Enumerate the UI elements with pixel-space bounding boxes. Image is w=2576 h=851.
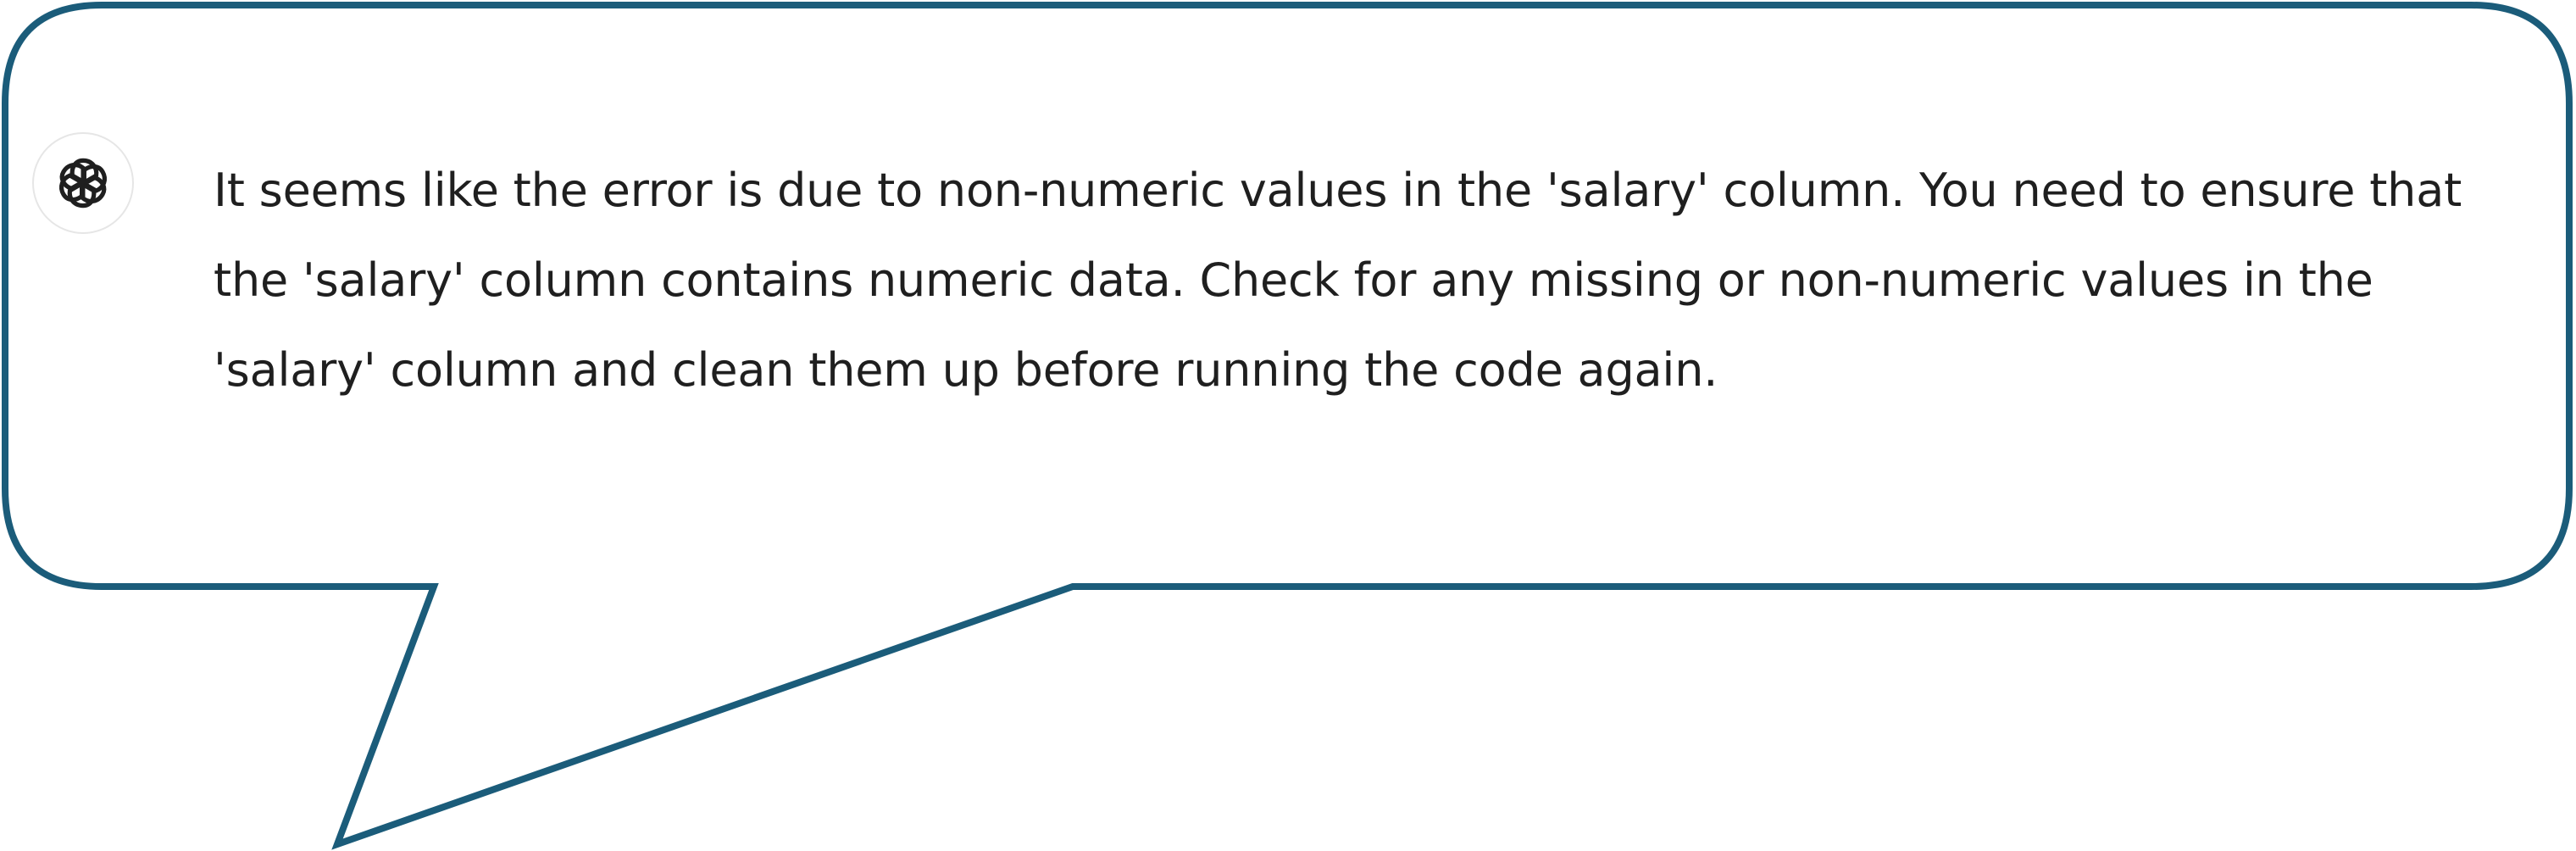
- message-line: the 'salary' column contains numeric dat…: [214, 253, 2373, 307]
- message-line: 'salary' column and clean them up before…: [214, 343, 1718, 397]
- assistant-avatar: [32, 132, 134, 234]
- speech-bubble: [2, 2, 2573, 850]
- message-line: It seems like the error is due to non-nu…: [214, 164, 2462, 217]
- speech-bubble-outline: [2, 2, 2573, 850]
- assistant-message-text: It seems like the error is due to non-nu…: [214, 146, 2468, 415]
- speech-bubble-stage: It seems like the error is due to non-nu…: [0, 0, 2576, 851]
- openai-logo-icon: [59, 158, 107, 209]
